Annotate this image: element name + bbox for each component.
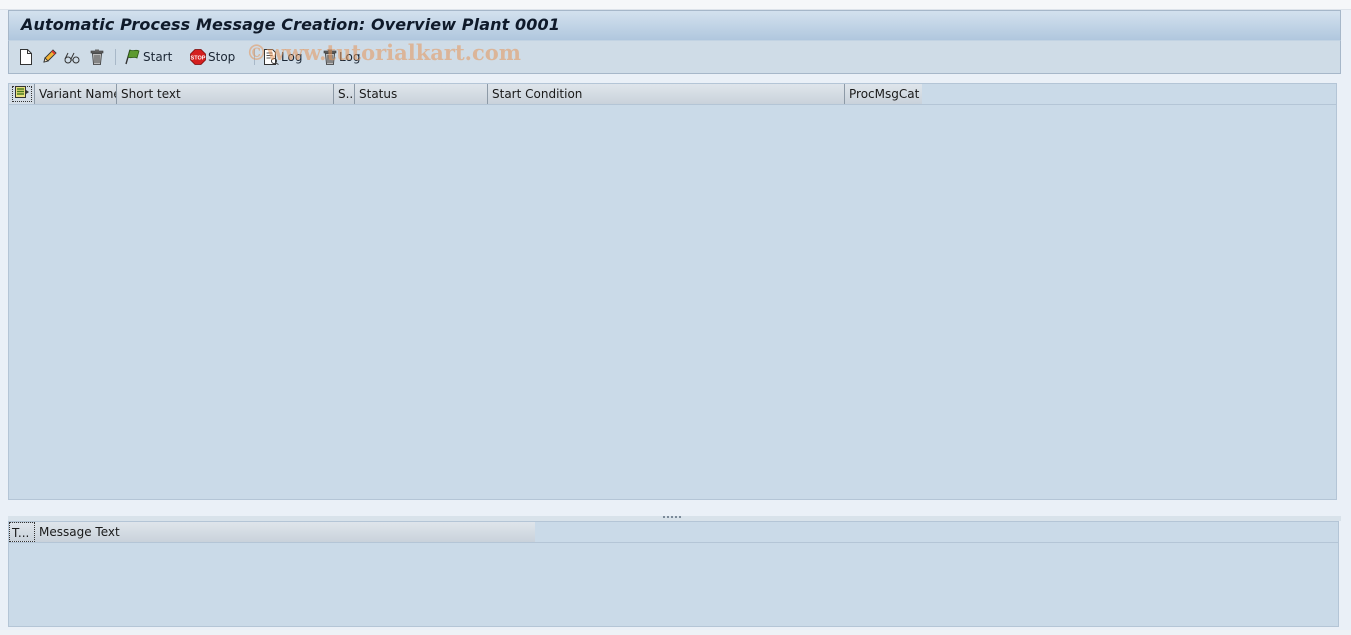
messages-grid-header: T... Message Text <box>9 522 535 542</box>
trash-icon <box>323 49 337 65</box>
variants-grid-header: Variant Name Short text S... Status Star… <box>9 84 922 104</box>
svg-text:STOP: STOP <box>191 56 206 62</box>
create-button[interactable] <box>19 48 33 66</box>
column-header-status[interactable]: Status <box>355 84 488 104</box>
page-title: Automatic Process Message Creation: Over… <box>21 15 560 34</box>
column-header-start-condition[interactable]: Start Condition <box>488 84 845 104</box>
title-bar: Automatic Process Message Creation: Over… <box>8 10 1341 40</box>
log-document-icon <box>263 49 279 65</box>
display-log-label: Log <box>281 50 303 64</box>
column-header-message-text[interactable]: Message Text <box>35 522 535 542</box>
application-toolbar: Start STOP Stop Log Log <box>8 40 1341 74</box>
delete-button[interactable] <box>90 48 104 66</box>
column-header-variant-name[interactable]: Variant Name <box>35 84 117 104</box>
column-header-type[interactable]: T... <box>9 522 35 542</box>
delete-log-button[interactable]: Log <box>323 48 360 66</box>
display-log-button[interactable]: Log <box>263 48 302 66</box>
stop-label: Stop <box>208 50 236 64</box>
variants-grid: Variant Name Short text S... Status Star… <box>8 83 1337 500</box>
start-button[interactable]: Start <box>124 48 172 66</box>
toolbar-separator <box>254 49 255 65</box>
column-header-short-text[interactable]: Short text <box>117 84 334 104</box>
green-flag-icon <box>124 49 141 65</box>
start-label: Start <box>143 50 173 64</box>
splitter-grip-icon <box>663 516 681 518</box>
new-document-icon <box>19 49 33 65</box>
top-strip <box>0 0 1351 10</box>
header-divider <box>9 542 1338 543</box>
select-all-button[interactable] <box>9 84 35 104</box>
pencil-icon <box>41 49 57 65</box>
glasses-icon <box>64 49 82 65</box>
select-layout-icon <box>14 84 29 104</box>
display-button[interactable] <box>64 48 82 66</box>
bottom-strip <box>0 630 1351 635</box>
stop-button[interactable]: STOP Stop <box>190 48 235 66</box>
toolbar-separator <box>115 49 116 65</box>
column-header-procmsgcat[interactable]: ProcMsgCat <box>845 84 922 104</box>
header-divider <box>9 104 1336 105</box>
messages-grid: T... Message Text <box>8 521 1339 627</box>
change-button[interactable] <box>41 48 57 66</box>
delete-log-label: Log <box>339 50 361 64</box>
stop-sign-icon: STOP <box>190 49 206 65</box>
column-header-s[interactable]: S... <box>334 84 355 104</box>
trash-icon <box>90 49 104 65</box>
